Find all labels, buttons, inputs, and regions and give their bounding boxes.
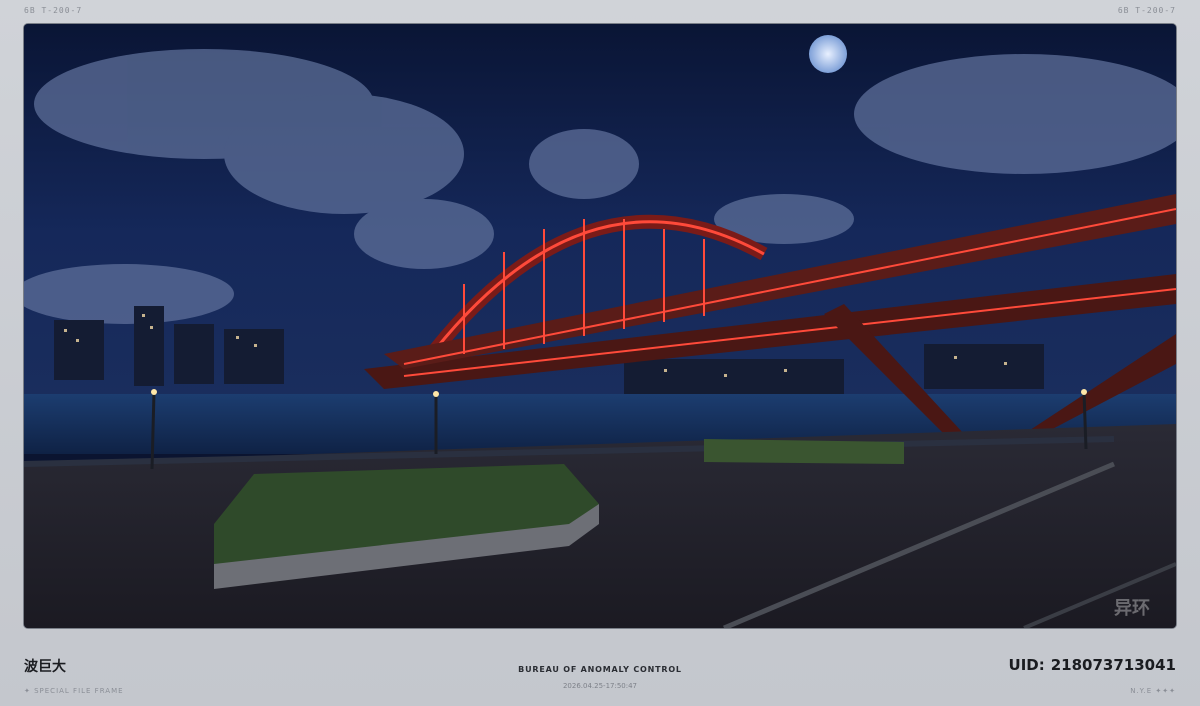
uid-value: 218073713041 bbox=[1050, 656, 1176, 674]
capture-timestamp: 2026.04.25-17:50:47 bbox=[562, 682, 638, 690]
promenade bbox=[24, 424, 1176, 628]
frame-code-top-left: 6B T-200-7 bbox=[24, 6, 83, 15]
night-bridge-scene bbox=[24, 24, 1176, 628]
screenshot-frame: 6B T-200-7 6B T-200-7 异环 波巨大 ✦ SPECIAL F… bbox=[0, 0, 1200, 706]
game-logo-watermark: 异环 bbox=[1114, 598, 1150, 619]
uid-display: UID: 218073713041 bbox=[1009, 656, 1176, 674]
frame-tag-right: N.Y.E ✦✦✦ bbox=[1130, 687, 1176, 695]
moon bbox=[809, 35, 847, 73]
game-screenshot: 异环 bbox=[24, 24, 1176, 628]
uid-label: UID: bbox=[1008, 656, 1045, 674]
frame-code-top-right: 6B T-200-7 bbox=[1117, 6, 1176, 15]
